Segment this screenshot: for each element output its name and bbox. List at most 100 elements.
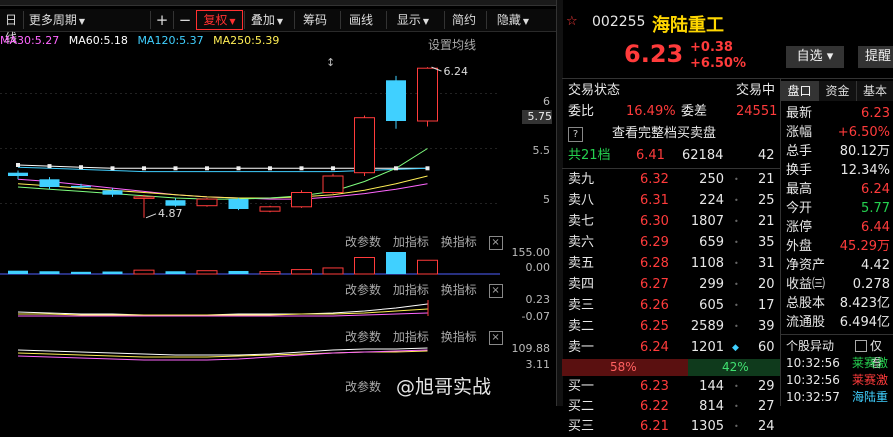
add-indicator-button[interactable]: 加指标 (393, 235, 429, 249)
last-price: 6.23 (624, 40, 684, 68)
ask-label: 卖二 (568, 319, 595, 334)
dot-icon: • (734, 402, 739, 411)
indicator2-axis-tick: 3.11 (525, 358, 551, 371)
stat-value: 6.24 (861, 182, 890, 197)
sell-pressure-pct: 42% (722, 360, 749, 374)
bid-row[interactable]: 买一 6.23 144 29 • (568, 377, 778, 397)
ask-row[interactable]: 卖七 6.30 1807 21 • (568, 212, 778, 232)
ask-cnt: 21 (758, 172, 775, 187)
dot-icon: • (734, 301, 739, 310)
full-book-row[interactable]: ? 查看完整档买卖盘 (568, 124, 778, 144)
hide-button[interactable]: 隐藏 ▼ (486, 11, 539, 29)
chips-button[interactable]: 筹码 (294, 11, 335, 29)
top-navigation-strip (0, 0, 560, 6)
tab-fundamentals[interactable]: 基本 (857, 81, 893, 101)
add-indicator-button[interactable]: 加指标 (393, 330, 429, 344)
price-axis-tick: 5 (543, 193, 550, 206)
switch-indicator-button[interactable]: 换指标 (441, 283, 477, 297)
ask-row[interactable]: 卖六 6.29 659 35 • (568, 233, 778, 253)
watchlist-button[interactable]: 自选 ▾ (786, 46, 844, 68)
change-param-button[interactable]: 改参数 (345, 235, 381, 249)
dot-icon: • (734, 280, 739, 289)
depth-volume: 62184 (682, 148, 724, 163)
star-icon[interactable]: ☆ (566, 14, 578, 29)
low-annotation: 4.87 (158, 207, 183, 220)
simple-button[interactable]: 简约 (444, 11, 483, 29)
full-book-link[interactable]: 查看完整档买卖盘 (612, 124, 716, 144)
depth-summary-row: 共21档 6.41 62184 42 (568, 146, 778, 166)
price-change-pct: +6.50% (690, 56, 746, 71)
candle-body (354, 117, 375, 174)
bid-label: 买一 (568, 379, 595, 394)
ask-cnt: 25 (758, 193, 775, 208)
bid-row[interactable]: 买二 6.22 814 27 • (568, 397, 778, 417)
anomaly-stock: 海陆重 (852, 390, 889, 404)
stat-row: 涨停 6.44 (786, 218, 890, 238)
anomaly-title: 个股异动 (786, 339, 835, 353)
stat-label: 换手 (786, 163, 813, 178)
ask-vol: 605 (699, 298, 724, 313)
volume-chart (0, 252, 500, 275)
ma-marker (142, 166, 146, 171)
volume-bar (133, 269, 155, 275)
draw-line-label: 画线 (348, 13, 373, 27)
adjust-button[interactable]: 复权 ▼ (196, 10, 243, 30)
volume-bar (291, 269, 312, 275)
ma-legend-item-ma60: MA60:5.18 (68, 34, 128, 47)
ask-row[interactable]: 卖八 6.31 224 25 • (568, 191, 778, 211)
ma-marker (205, 166, 209, 171)
switch-indicator-button[interactable]: 换指标 (441, 330, 477, 344)
ask-vol: 1807 (690, 214, 724, 229)
bid-label: 买二 (568, 399, 595, 414)
toolbar-more-period-button[interactable]: 更多周期 ▼ (23, 11, 90, 29)
stat-value: 0.278 (852, 277, 890, 292)
current-price-tag: 5.75 (522, 110, 552, 124)
ask-vol: 299 (699, 277, 724, 292)
stat-value: 6.494亿 (839, 315, 890, 330)
anomaly-row[interactable]: 10:32:57 海陆重 (786, 389, 893, 406)
divider (781, 334, 893, 335)
indicator2-chart (17, 347, 428, 361)
zoom-in-button[interactable]: + (150, 11, 173, 29)
tab-funds[interactable]: 资金 (819, 81, 857, 101)
remind-button[interactable]: 提醒 (858, 46, 893, 68)
diff-value: 24551 (736, 104, 778, 119)
switch-indicator-button[interactable]: 换指标 (441, 235, 477, 249)
change-param-button[interactable]: 改参数 (345, 380, 381, 394)
ask-row[interactable]: 卖四 6.27 299 20 • (568, 275, 778, 295)
zoom-out-button[interactable]: − (173, 11, 196, 29)
ma-marker (47, 164, 52, 169)
help-icon[interactable]: ? (568, 127, 583, 142)
draw-line-button[interactable]: 画线 (340, 11, 381, 29)
change-param-button[interactable]: 改参数 (345, 283, 381, 297)
display-button[interactable]: 显示 ▼ (386, 11, 439, 29)
ask-label: 卖一 (568, 340, 595, 355)
chips-label: 筹码 (302, 13, 327, 27)
candlestick-chart[interactable]: 6.24 4.87 ↕ (0, 52, 556, 234)
ask-row[interactable]: 卖一 6.24 1201 60 ◆ (568, 338, 778, 358)
set-ma-button[interactable]: 设置均线 (428, 36, 476, 53)
tab-orderbook[interactable]: 盘口 (781, 81, 819, 101)
ask-row[interactable]: 卖九 6.32 250 21 • (568, 170, 778, 190)
toolbar-daily-button[interactable]: 日线 (0, 11, 22, 45)
ask-row[interactable]: 卖五 6.28 1108 31 • (568, 254, 778, 274)
ask-row[interactable]: 卖三 6.26 605 17 • (568, 296, 778, 316)
anomaly-row[interactable]: 10:32:56 莱赛激 (786, 372, 893, 389)
overlay-button[interactable]: 叠加 ▼ (244, 11, 289, 29)
candle-body (165, 200, 186, 206)
bid-row[interactable]: 买三 6.21 1305 24 • (568, 417, 778, 437)
anomaly-row[interactable]: 10:32:56 莱赛激 (786, 355, 893, 372)
ask-label: 卖七 (568, 214, 595, 229)
ma-marker (299, 166, 304, 171)
change-param-button[interactable]: 改参数 (345, 330, 381, 344)
ask-vol: 2589 (690, 319, 724, 334)
stat-row: 最高 6.24 (786, 180, 890, 200)
only-this-checkbox[interactable] (855, 340, 867, 352)
add-indicator-button[interactable]: 加指标 (393, 283, 429, 297)
candle-body (291, 192, 312, 208)
ask-row[interactable]: 卖二 6.25 2589 39 • (568, 317, 778, 337)
stat-value: 45.29万 (839, 239, 890, 254)
hide-label: 隐藏 (496, 13, 521, 27)
stat-row: 外盘 45.29万 (786, 237, 890, 257)
ma-legend-item-ma120: MA120:5.37 (137, 34, 204, 47)
